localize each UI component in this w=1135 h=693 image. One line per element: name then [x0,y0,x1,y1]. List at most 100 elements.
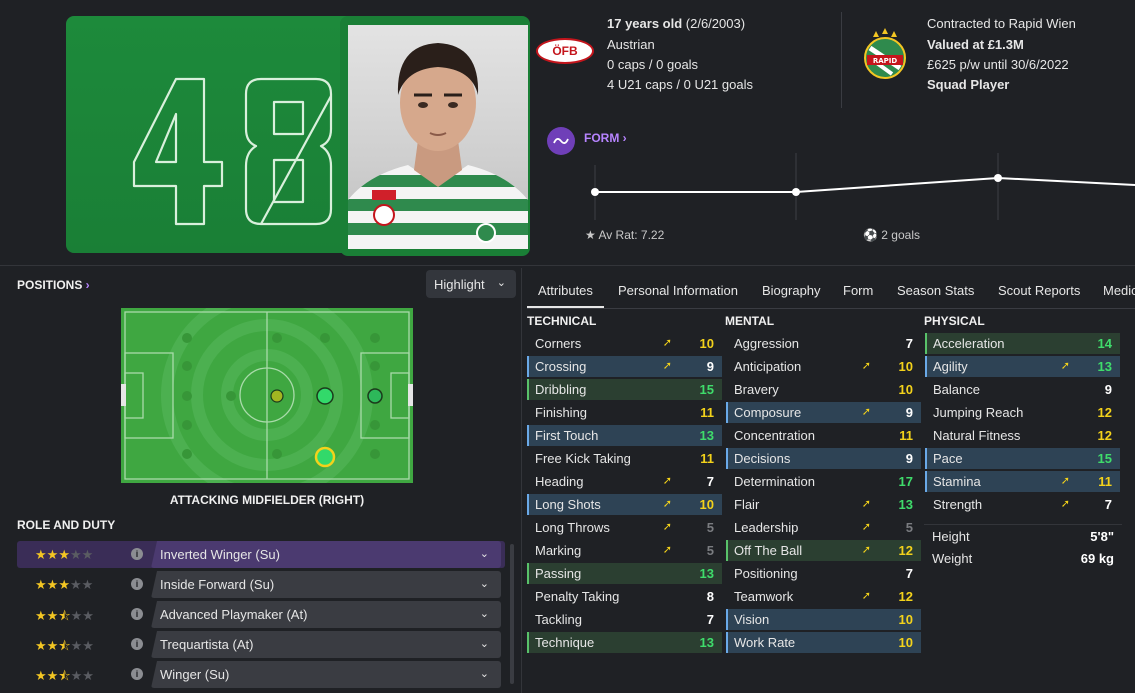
weight-row: Weight 69 kg [924,551,1122,566]
info-icon[interactable]: i [131,548,143,560]
section-divider [0,265,1135,266]
club-badge-icon[interactable]: RAPID [862,28,908,79]
attribute-row-agility[interactable]: Agility ➚ 13 [925,356,1120,377]
attribute-value: 15 [1097,451,1112,466]
info-icon[interactable]: i [131,668,143,680]
attribute-row-positioning[interactable]: Positioning 7 [726,563,921,584]
attribute-row-composure[interactable]: Composure ➚ 9 [726,402,921,423]
physical-divider [924,524,1122,525]
attribute-value: 13 [699,566,714,581]
attribute-name: Tackling [535,612,582,627]
role-row[interactable]: ★★★★★ i Inverted Winger (Su) ⌄ [17,541,505,568]
tab-form[interactable]: Form [843,278,873,308]
role-select[interactable]: Trequartista (At) ⌄ [151,631,501,658]
role-rating-stars: ★★★★★ [35,547,93,563]
attribute-name: Teamwork [734,589,794,604]
tab-attributes[interactable]: Attributes [527,278,604,308]
attribute-row-determination[interactable]: Determination 17 [726,471,921,492]
attribute-row-off-the-ball[interactable]: Off The Ball ➚ 12 [726,540,921,561]
attribute-row-technique[interactable]: Technique 13 [527,632,722,653]
star-icon: ★ [46,547,59,562]
tab-medical[interactable]: Medical [1103,278,1135,308]
role-row[interactable]: ★★★★★ i Inside Forward (Su) ⌄ [17,571,505,598]
attribute-row-corners[interactable]: Corners ➚ 10 [527,333,722,354]
attribute-row-vision[interactable]: Vision 10 [726,609,921,630]
attribute-row-marking[interactable]: Marking ➚ 5 [527,540,722,561]
form-point[interactable] [792,188,800,196]
info-icon[interactable]: i [131,638,143,650]
value: Valued at £1.3M [927,37,1024,52]
star-icon: ★ [58,577,70,592]
attribute-row-strength[interactable]: Strength ➚ 7 [925,494,1120,515]
form-link[interactable]: FORM › [584,131,627,145]
role-row[interactable]: ★★⯪★★ i Trequartista (At) ⌄ [17,631,505,658]
tab-biography[interactable]: Biography [762,278,821,308]
attribute-row-acceleration[interactable]: Acceleration 14 [925,333,1120,354]
info-icon[interactable]: i [131,578,143,590]
attribute-value: 11 [700,405,714,420]
nation-badge-icon[interactable]: ÖFB [536,38,594,64]
star-icon: ★ [70,638,83,653]
tab-personal-information[interactable]: Personal Information [618,278,738,308]
attribute-row-stamina[interactable]: Stamina ➚ 11 [925,471,1120,492]
role-row[interactable]: ★★⯪★★ i Advanced Playmaker (At) ⌄ [17,601,505,628]
attribute-row-dribbling[interactable]: Dribbling 15 [527,379,722,400]
attribute-row-anticipation[interactable]: Anticipation ➚ 10 [726,356,921,377]
attribute-value: 5 [706,543,714,558]
nation-badge-text: ÖFB [552,44,578,58]
weight-value: 69 kg [1080,551,1114,566]
attribute-row-tackling[interactable]: Tackling 7 [527,609,722,630]
attribute-value: 9 [905,405,913,420]
role-select[interactable]: Advanced Playmaker (At) ⌄ [151,601,501,628]
tab-season-stats[interactable]: Season Stats [897,278,974,308]
attribute-row-leadership[interactable]: Leadership ➚ 5 [726,517,921,538]
attribute-row-crossing[interactable]: Crossing ➚ 9 [527,356,722,377]
attribute-row-free-kick-taking[interactable]: Free Kick Taking 11 [527,448,722,469]
attribute-value: 9 [905,451,913,466]
attribute-row-bravery[interactable]: Bravery 10 [726,379,921,400]
attribute-row-first-touch[interactable]: First Touch 13 [527,425,722,446]
highlight-dropdown[interactable]: Highlight ⌄ [426,270,516,298]
attribute-name: Penalty Taking [535,589,620,604]
role-select[interactable]: Inverted Winger (Su) ⌄ [151,541,501,568]
attribute-row-natural-fitness[interactable]: Natural Fitness 12 [925,425,1120,446]
role-rating-stars: ★★⯪★★ [35,667,94,689]
attribute-row-heading[interactable]: Heading ➚ 7 [527,471,722,492]
average-rating: ★ Av Rat: 7.22 [585,228,664,242]
attribute-row-concentration[interactable]: Concentration 11 [726,425,921,446]
attribute-row-decisions[interactable]: Decisions 9 [726,448,921,469]
positions-link[interactable]: POSITIONS › [17,278,90,292]
tab-scout-reports[interactable]: Scout Reports [998,278,1080,308]
star-icon: ★ [82,608,94,623]
attribute-row-balance[interactable]: Balance 9 [925,379,1120,400]
attribute-row-finishing[interactable]: Finishing 11 [527,402,722,423]
attribute-row-work-rate[interactable]: Work Rate 10 [726,632,921,653]
star-icon: ★ [35,668,47,683]
attribute-row-jumping-reach[interactable]: Jumping Reach 12 [925,402,1120,423]
height-row: Height 5'8" [924,529,1122,544]
position-dot-st [367,388,383,404]
star-icon: ★ [35,638,47,653]
info-icon[interactable]: i [131,608,143,620]
attribute-name: Vision [734,612,770,627]
attribute-row-aggression[interactable]: Aggression 7 [726,333,921,354]
role-select[interactable]: Winger (Su) ⌄ [151,661,501,688]
attribute-value: 10 [898,635,913,650]
attribute-row-teamwork[interactable]: Teamwork ➚ 12 [726,586,921,607]
form-point[interactable] [591,188,599,196]
position-dot-amr [314,446,336,468]
attribute-row-pace[interactable]: Pace 15 [925,448,1120,469]
attribute-row-long-shots[interactable]: Long Shots ➚ 10 [527,494,722,515]
attribute-name: Technique [535,635,595,650]
attribute-row-long-throws[interactable]: Long Throws ➚ 5 [527,517,722,538]
role-scrollbar[interactable] [510,544,514,684]
attribute-row-flair[interactable]: Flair ➚ 13 [726,494,921,515]
form-point[interactable] [994,174,1002,182]
attribute-name: Long Shots [535,497,601,512]
role-row[interactable]: ★★⯪★★ i Winger (Su) ⌄ [17,661,505,688]
attribute-row-passing[interactable]: Passing 13 [527,563,722,584]
role-select[interactable]: Inside Forward (Su) ⌄ [151,571,501,598]
attribute-value: 9 [706,359,714,374]
attribute-row-penalty-taking[interactable]: Penalty Taking 8 [527,586,722,607]
star-icon: ★ [58,547,70,562]
